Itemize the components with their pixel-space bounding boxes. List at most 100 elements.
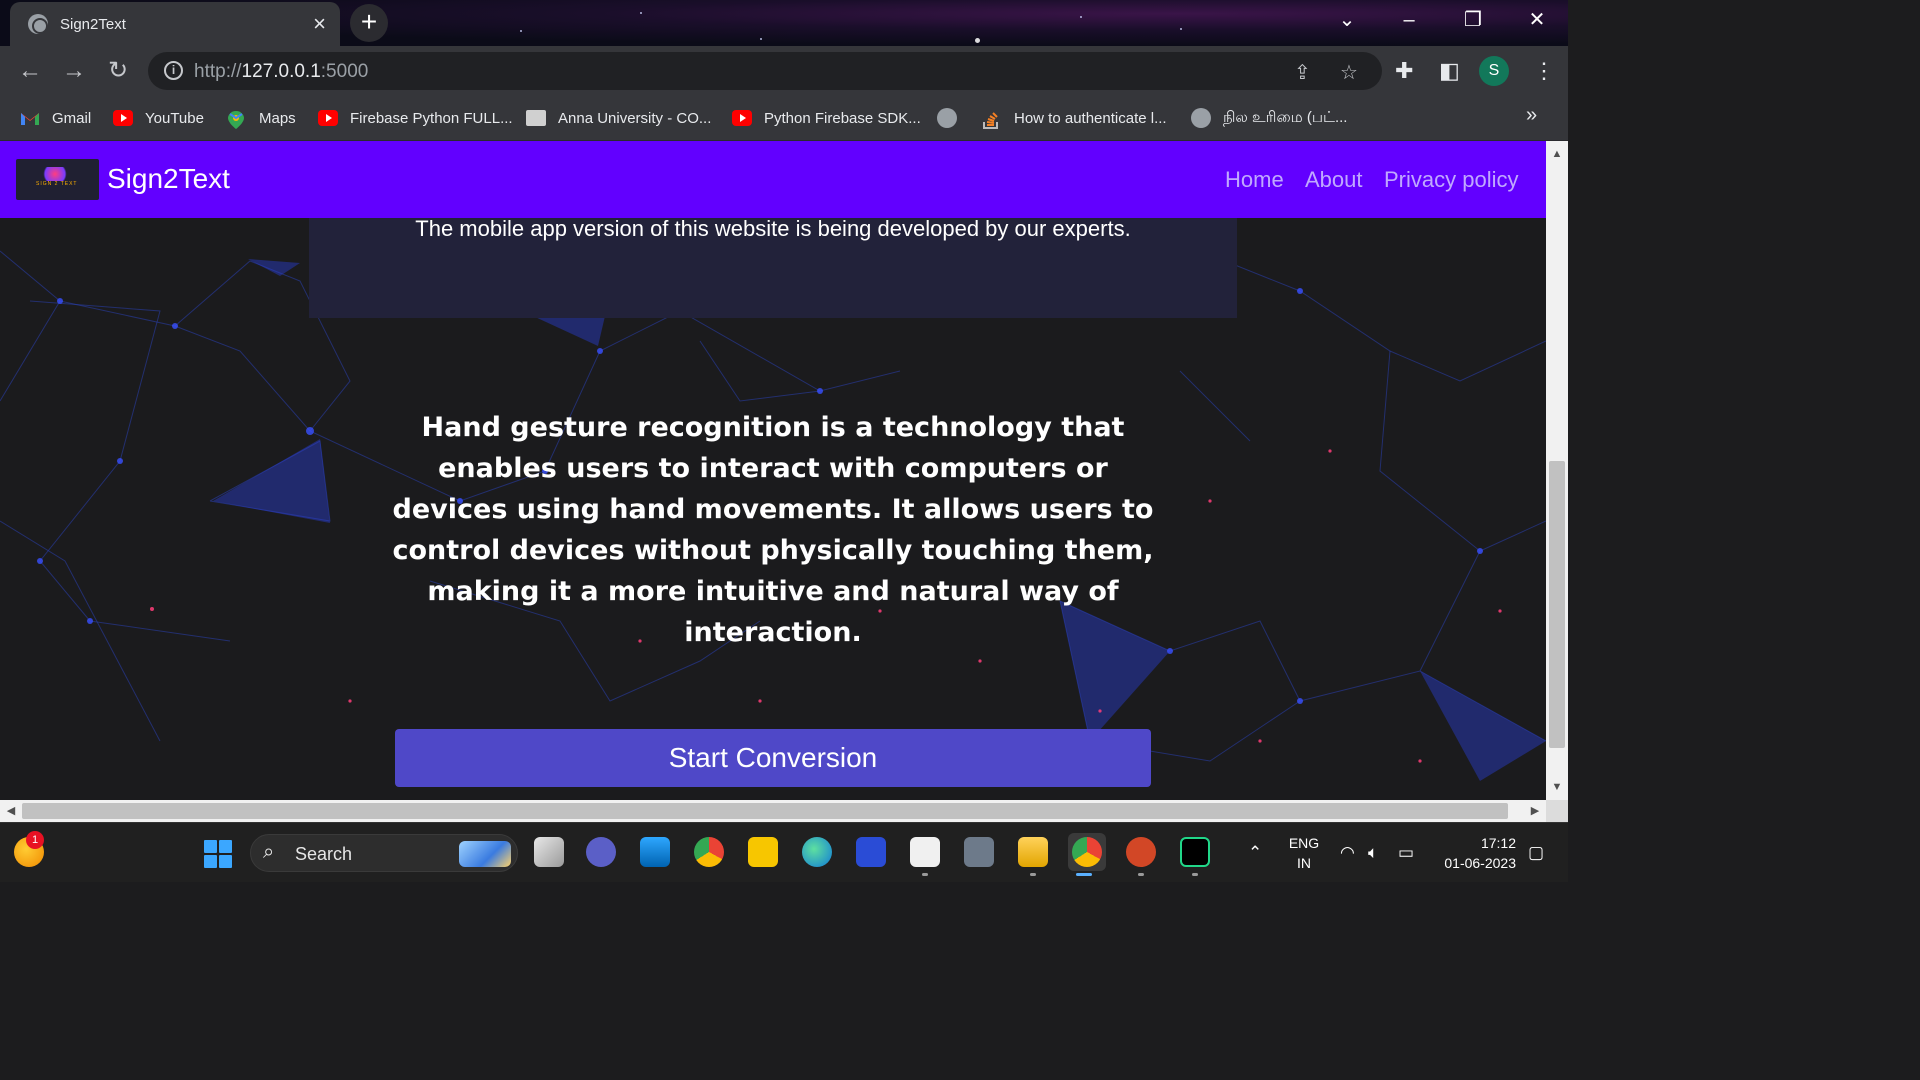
active-indicator	[1076, 873, 1092, 876]
chrome-icon[interactable]	[694, 837, 724, 867]
nav-link-home[interactable]: Home	[1225, 167, 1284, 193]
vertical-scroll-thumb[interactable]	[1549, 461, 1565, 748]
address-bar[interactable]: i http://127.0.0.1:5000 ⇪ ☆	[148, 52, 1382, 90]
scroll-left-icon[interactable]: ◀	[0, 800, 22, 822]
browser-tab-strip: Sign2Text × + ⌄ – ❐ ✕	[0, 0, 1568, 46]
bookmark-nila-urimai[interactable]: நில உரிமை (பட்...	[1191, 106, 1347, 130]
search-icon: ⌕	[263, 841, 275, 863]
bookmark-star-icon[interactable]: ☆	[1340, 60, 1358, 85]
start-conversion-button[interactable]: Start Conversion	[395, 729, 1151, 787]
scroll-right-icon[interactable]: ▶	[1524, 800, 1546, 822]
reload-icon[interactable]: ↻	[98, 46, 138, 96]
volume-icon[interactable]: 🔈︎	[1368, 843, 1378, 863]
language-indicator[interactable]: ENG	[1284, 835, 1324, 851]
edge-icon[interactable]	[802, 837, 832, 867]
task-view-icon[interactable]	[534, 837, 564, 867]
notification-center-icon[interactable]: ▢	[1528, 843, 1544, 863]
close-window-icon[interactable]: ✕	[1506, 0, 1568, 44]
search-label: Search	[295, 844, 353, 864]
running-indicator	[1192, 873, 1198, 876]
close-icon[interactable]: ×	[313, 13, 326, 35]
bookmark-gmail[interactable]: Gmail	[20, 106, 91, 130]
background-star	[760, 38, 762, 40]
active-tab[interactable]: Sign2Text ×	[10, 2, 340, 46]
gmail-icon	[20, 110, 40, 126]
site-brand[interactable]: Sign2Text	[107, 163, 230, 195]
sticky-notes-icon[interactable]	[748, 837, 778, 867]
taskbar-search[interactable]: ⌕ Search	[250, 834, 518, 872]
scroll-up-icon[interactable]: ▲	[1546, 143, 1568, 165]
bookmark-label: YouTube	[145, 109, 204, 127]
bookmark-firebase-python[interactable]: Firebase Python FULL...	[318, 106, 513, 130]
notification-badge: 1	[26, 831, 44, 849]
wifi-icon[interactable]: ◠	[1340, 843, 1355, 863]
background-star	[1080, 16, 1082, 18]
site-navbar: SIGN 2 TEXT Sign2Text Home About Privacy…	[0, 141, 1546, 218]
url-text[interactable]: http://127.0.0.1:5000	[194, 61, 368, 83]
teams-chat-icon[interactable]	[586, 837, 616, 867]
background-star	[640, 12, 642, 14]
scrollbar-corner	[1546, 800, 1568, 822]
menu-icon[interactable]: ⋮	[1533, 58, 1555, 84]
youtube-icon	[113, 110, 133, 126]
clock-time[interactable]: 17:12	[1434, 835, 1516, 851]
site-logo[interactable]: SIGN 2 TEXT	[16, 159, 99, 200]
show-hidden-icons-icon[interactable]: ⌃	[1248, 843, 1262, 863]
scroll-down-icon[interactable]: ▼	[1546, 776, 1568, 798]
desktop-app-icon[interactable]	[640, 837, 670, 867]
tab-search-icon[interactable]: ⌄	[1316, 0, 1378, 44]
more-bookmarks-icon[interactable]: »	[1526, 104, 1537, 127]
running-indicator	[1138, 873, 1144, 876]
bookmarks-bar: Gmail YouTube Maps Firebase Python FULL.…	[0, 96, 1568, 141]
horizontal-scrollbar[interactable]: ◀ ▶	[0, 800, 1546, 822]
anna-university-icon	[526, 110, 546, 126]
site-info-icon[interactable]: i	[164, 61, 183, 80]
description-text: Hand gesture recognition is a technology…	[392, 412, 1154, 648]
bookmark-label: Python Firebase SDK...	[764, 109, 921, 127]
battery-icon[interactable]: ▭	[1398, 843, 1414, 863]
maps-icon	[227, 110, 247, 129]
bookmark-how-to-authenticate[interactable]: How to authenticate l...	[982, 106, 1167, 130]
bookmark-label: Firebase Python FULL...	[350, 109, 513, 127]
background-star	[520, 30, 522, 32]
bookmark-label: Maps	[259, 109, 296, 127]
calculator-icon[interactable]	[964, 837, 994, 867]
forward-icon[interactable]: →	[54, 46, 94, 96]
bookmark-anna-university[interactable]: Anna University - CO...	[526, 106, 711, 130]
minimize-icon[interactable]: –	[1378, 0, 1440, 44]
page-viewport: SIGN 2 TEXT Sign2Text Home About Privacy…	[0, 141, 1546, 800]
bookmark-label: நில உரிமை (பட்...	[1223, 108, 1348, 126]
nav-link-about[interactable]: About	[1305, 167, 1363, 193]
restore-icon[interactable]: ❐	[1442, 0, 1504, 44]
bookmark-youtube[interactable]: YouTube	[113, 106, 204, 130]
profile-avatar[interactable]: S	[1479, 56, 1509, 86]
share-icon[interactable]: ⇪	[1294, 60, 1311, 85]
pycharm-icon[interactable]	[1180, 837, 1210, 867]
bookmark-python-firebase-sdk[interactable]: Python Firebase SDK...	[732, 106, 921, 130]
bookmark-maps[interactable]: Maps	[227, 106, 296, 130]
extensions-icon[interactable]: ✚	[1395, 58, 1413, 84]
background-star	[975, 38, 980, 43]
chrome-profile-icon[interactable]	[1072, 837, 1102, 867]
clock-date[interactable]: 01-06-2023	[1434, 855, 1516, 871]
side-panel-icon[interactable]: ◧	[1439, 58, 1460, 84]
browser-toolbar: ← → ↻ i http://127.0.0.1:5000 ⇪ ☆ ✚ ◧ S …	[0, 46, 1568, 96]
windows-taskbar: 1 ⌕ Search ⌃ ENG IN ◠ 🔈︎ ▭ 17:12 01-06-2…	[0, 822, 1568, 882]
autodesk-icon[interactable]	[856, 837, 886, 867]
region-indicator[interactable]: IN	[1284, 855, 1324, 871]
back-icon[interactable]: ←	[10, 46, 50, 96]
globe-icon	[937, 108, 957, 128]
new-tab-button[interactable]: +	[350, 4, 388, 42]
snipping-tool-icon[interactable]	[910, 837, 940, 867]
vertical-scrollbar[interactable]: ▲ ▼	[1546, 141, 1568, 800]
start-button[interactable]	[204, 840, 232, 868]
nav-link-privacy-policy[interactable]: Privacy policy	[1384, 167, 1518, 193]
mobile-app-notice-card: The mobile app version of this website i…	[309, 216, 1237, 318]
powerpoint-icon[interactable]	[1126, 837, 1156, 867]
tab-title: Sign2Text	[60, 15, 126, 33]
horizontal-scroll-thumb[interactable]	[22, 803, 1508, 819]
file-explorer-icon[interactable]	[1018, 837, 1048, 867]
bookmark-globe[interactable]	[937, 106, 969, 130]
background-star	[1180, 28, 1182, 30]
globe-icon	[1191, 108, 1211, 128]
